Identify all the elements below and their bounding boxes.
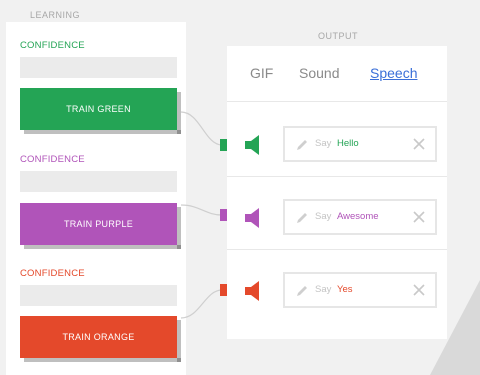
say-value: Yes (337, 284, 353, 295)
train-green-button[interactable]: TRAIN GREEN (20, 88, 181, 134)
output-tabs: GIF Sound Speech (227, 46, 447, 102)
tab-sound[interactable]: Sound (299, 65, 339, 81)
confidence-bar-green (20, 57, 177, 78)
row-divider (227, 249, 447, 250)
port-green (220, 139, 227, 151)
output-row-purple: Say Awesome (227, 191, 447, 251)
speaker-icon[interactable] (243, 134, 263, 156)
port-purple (220, 209, 227, 221)
connector-green (180, 111, 223, 146)
confidence-label-green: CONFIDENCE (20, 40, 85, 51)
train-orange-button[interactable]: TRAIN ORANGE (20, 316, 181, 362)
confidence-bar-purple (20, 171, 177, 192)
output-row-orange: Say Yes (227, 266, 447, 326)
row-divider (227, 176, 447, 177)
close-icon[interactable] (411, 209, 427, 225)
connector-orange (180, 289, 223, 319)
confidence-label-orange: CONFIDENCE (20, 268, 85, 279)
say-value: Awesome (337, 211, 379, 222)
speaker-icon[interactable] (243, 207, 263, 229)
say-label: Say (315, 284, 332, 295)
tab-speech[interactable]: Speech (370, 65, 417, 81)
confidence-label-purple: CONFIDENCE (20, 154, 85, 165)
train-purple-button[interactable]: TRAIN PURPLE (20, 203, 181, 249)
say-label: Say (315, 138, 332, 149)
say-input-orange[interactable]: Say Yes (283, 272, 437, 308)
pencil-icon (297, 140, 307, 150)
confidence-bar-orange (20, 285, 177, 306)
close-icon[interactable] (411, 136, 427, 152)
say-label: Say (315, 211, 332, 222)
say-input-purple[interactable]: Say Awesome (283, 199, 437, 235)
pencil-icon (297, 213, 307, 223)
pencil-icon (297, 286, 307, 296)
say-input-green[interactable]: Say Hello (283, 126, 437, 162)
port-orange (220, 284, 227, 296)
speaker-icon[interactable] (243, 280, 263, 302)
output-panel: GIF Sound Speech Say Hello Say Awesome S… (227, 46, 447, 339)
output-row-green: Say Hello (227, 116, 447, 176)
output-title: OUTPUT (318, 31, 358, 41)
learning-title: LEARNING (30, 10, 81, 20)
say-value: Hello (337, 138, 359, 149)
connector-purple (180, 204, 223, 216)
close-icon[interactable] (411, 282, 427, 298)
tab-gif[interactable]: GIF (250, 65, 273, 81)
